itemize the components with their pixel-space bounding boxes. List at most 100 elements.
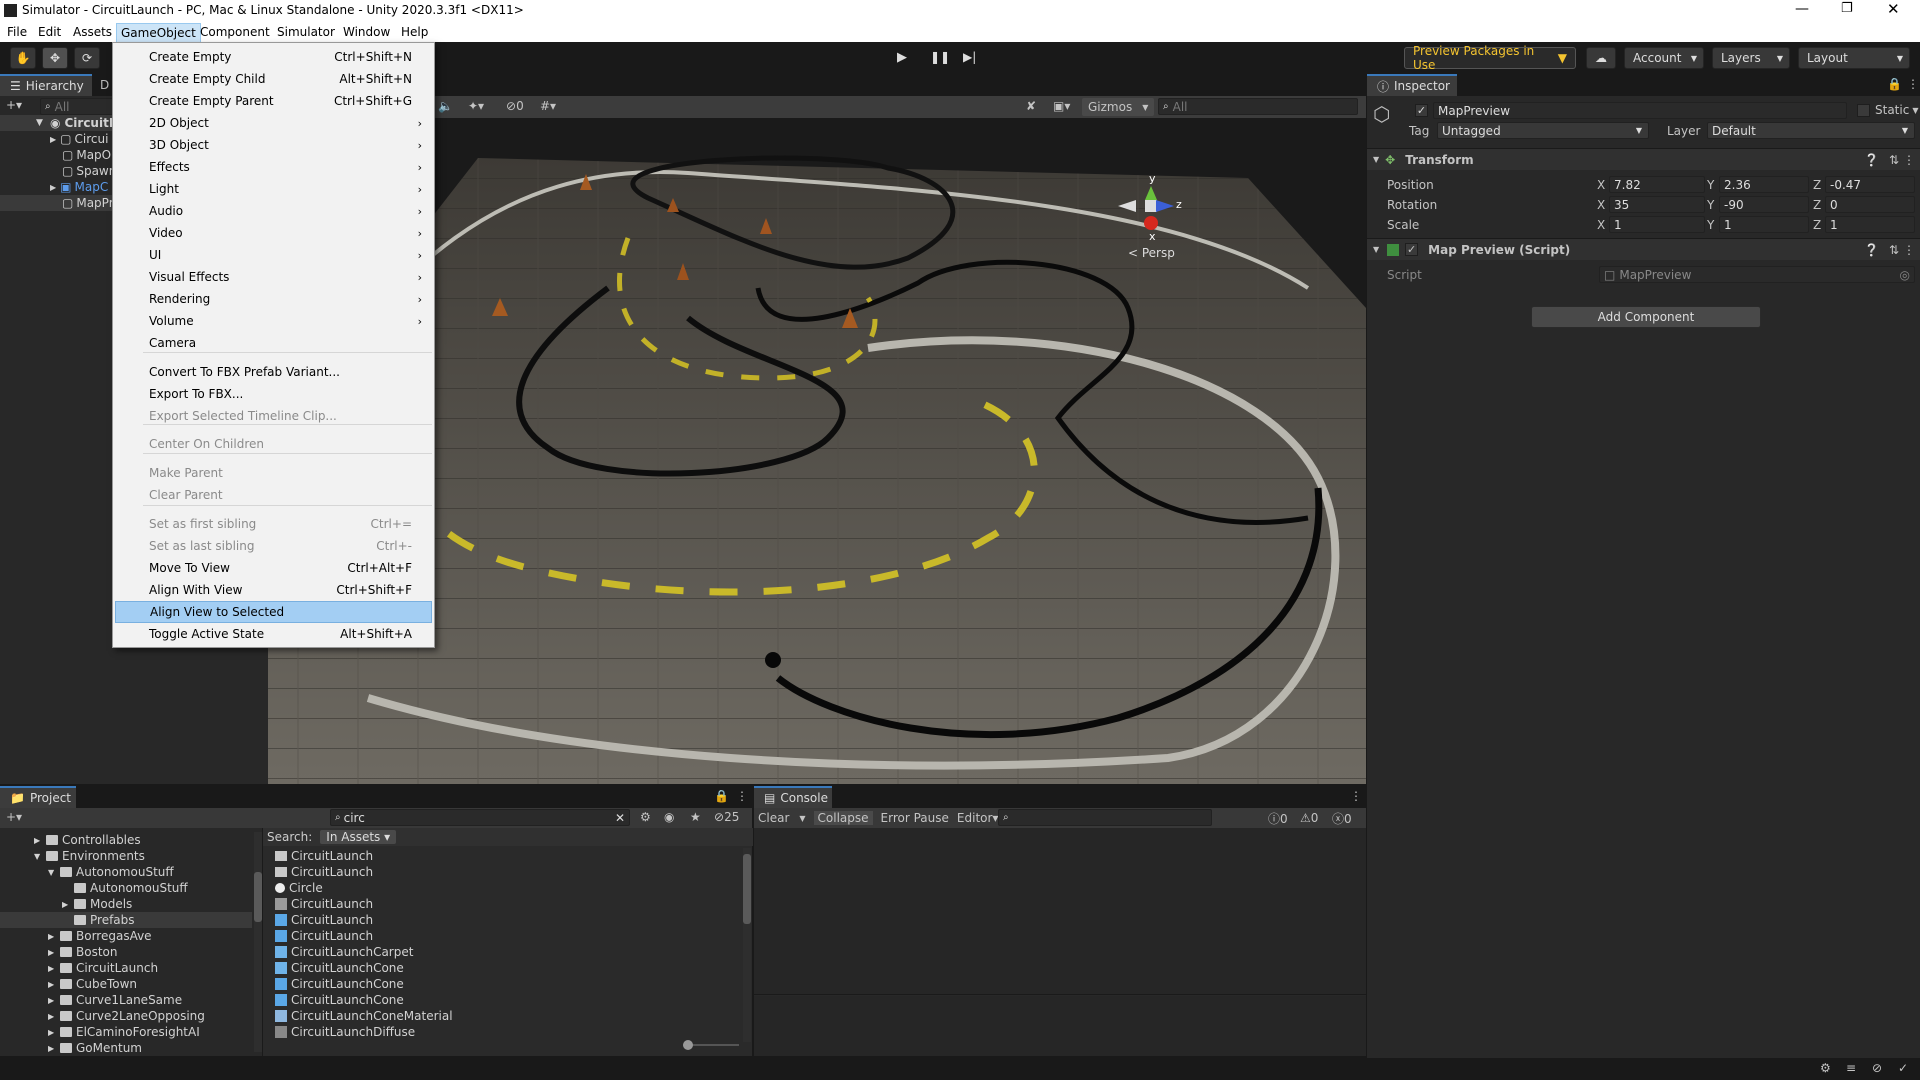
menu-item-volume[interactable]: Volume › [115,310,432,332]
project-folder-item[interactable]: ▶ CubeTown [0,976,252,992]
project-result-item[interactable]: CircuitLaunchCarpet [275,944,413,960]
help-icon[interactable]: ❔ [1864,243,1879,257]
active-checkbox[interactable]: ✓ [1415,104,1428,117]
menu-item-2d-object[interactable]: 2D Object › [115,112,432,134]
chevron-right-icon[interactable]: ▶ [48,932,60,941]
scale-x-field[interactable]: 1 [1609,216,1705,233]
scale-y-field[interactable]: 1 [1719,216,1809,233]
kebab-menu-icon[interactable]: ⋮ [1907,77,1919,91]
tab-hierarchy[interactable]: ☰ Hierarchy [0,74,92,96]
lock-icon[interactable]: 🔒 [1887,77,1902,91]
bug-icon[interactable]: ⚙ [1820,1061,1831,1075]
project-result-item[interactable]: CircuitLaunchCone [275,976,404,992]
project-result-item[interactable]: Circle [275,880,323,896]
close-icon[interactable]: ✕ [1887,0,1900,18]
menu-item-move-to-view[interactable]: Move To View Ctrl+Alt+F [115,557,432,579]
cloud-icon[interactable]: ☁ [1586,47,1616,69]
collapse-toggle[interactable]: Collapse [813,811,873,825]
chevron-right-icon[interactable]: ▶ [48,1012,60,1021]
chevron-right-icon[interactable]: ▶ [48,1044,60,1053]
project-result-item[interactable]: CircuitLaunch [275,848,373,864]
project-folder-item[interactable]: ▶ Controllables [0,832,252,848]
results-scrollbar[interactable] [743,848,751,1042]
network-icon[interactable]: ≡ [1846,1061,1856,1075]
menu-item-video[interactable]: Video › [115,222,432,244]
component-enabled-checkbox[interactable]: ✓ [1405,243,1419,256]
console-search-input[interactable]: ⌕ [998,809,1212,826]
add-object-icon[interactable]: +▾ [6,98,22,112]
chevron-right-icon[interactable]: ▶ [48,1028,60,1037]
menu-item-align-view-to-selected[interactable]: Align View to Selected [115,601,432,623]
project-result-item[interactable]: CircuitLaunchConeMaterial [275,1008,453,1024]
menu-file[interactable]: File [7,25,27,39]
play-icon[interactable]: ▶ [897,50,907,65]
filter-type-icon[interactable]: ⚙ [640,810,651,824]
gizmos-dropdown[interactable]: Gizmos ▼ [1082,98,1155,116]
project-folder-item[interactable]: Prefabs [0,912,252,928]
chevron-right-icon[interactable]: ▶ [48,964,60,973]
kebab-menu-icon[interactable]: ⋮ [1350,789,1362,803]
log-count-toggle[interactable]: ⓘ0 [1268,810,1288,827]
error-count-toggle[interactable]: ⓧ0 [1332,810,1352,827]
chevron-right-icon[interactable]: ▶ [48,980,60,989]
move-tool-icon[interactable]: ✥ [42,47,68,69]
favorite-icon[interactable]: ★ [690,810,701,824]
position-y-field[interactable]: 2.36 [1719,176,1809,193]
menu-item-export-to-fbx[interactable]: Export To FBX... [115,383,432,405]
hand-tool-icon[interactable]: ✋ [10,47,36,69]
script-component-header[interactable]: ▼ ✓ Map Preview (Script) ❔ ⇅ ⋮ [1367,238,1920,260]
transform-header[interactable]: ▼ ✥ Transform ❔ ⇅ ⋮ [1367,148,1920,170]
chevron-down-icon[interactable]: ▼ [48,868,60,877]
preset-icon[interactable]: ⇅ [1889,153,1899,167]
project-folder-item[interactable]: ▼ Environments [0,848,252,864]
menu-item-toggle-active-state[interactable]: Toggle Active State Alt+Shift+A [115,623,432,645]
pause-icon[interactable]: ❚❚ [930,50,950,64]
scene-search-input[interactable]: ⌕ All [1158,98,1358,115]
add-asset-icon[interactable]: +▾ [6,810,22,824]
tools-icon[interactable]: ✘ [1026,99,1036,113]
menu-item-rendering[interactable]: Rendering › [115,288,432,310]
static-checkbox[interactable] [1857,104,1870,117]
project-folder-item[interactable]: ▶ Curve2LaneOpposing [0,1008,252,1024]
project-folder-item[interactable]: ▶ ElCaminoForesightAI [0,1024,252,1040]
position-x-field[interactable]: 7.82 [1609,176,1705,193]
light-bake-icon[interactable]: ⊘ [1872,1061,1882,1075]
menu-item-light[interactable]: Light › [115,178,432,200]
hierarchy-search-input[interactable]: ⌕ All [40,98,120,115]
menu-item-create-empty[interactable]: Create Empty Ctrl+Shift+N [115,46,432,68]
static-dropdown[interactable]: Static ▼ [1875,103,1918,117]
account-dropdown[interactable]: Account ▼ [1624,47,1704,69]
tab-project[interactable]: 📁 Project [0,786,76,808]
menu-item-3d-object[interactable]: 3D Object › [115,134,432,156]
preset-icon[interactable]: ⇅ [1889,243,1899,257]
project-folder-item[interactable]: ▶ Curve1LaneSame [0,992,252,1008]
clear-search-icon[interactable]: ✕ [615,811,625,825]
error-pause-toggle[interactable]: Error Pause [881,811,949,825]
layer-dropdown[interactable]: Default ▼ [1707,122,1915,139]
tree-scrollbar[interactable] [254,832,262,1052]
project-result-item[interactable]: CircuitLaunch [275,928,373,944]
project-result-item[interactable]: CircuitLaunch [275,896,373,912]
menu-item-visual-effects[interactable]: Visual Effects › [115,266,432,288]
restore-icon[interactable]: ❐ [1841,1,1853,16]
tab-inspector[interactable]: ⓘ Inspector [1367,74,1457,96]
warning-count-toggle[interactable]: ⚠0 [1300,811,1318,825]
clear-button[interactable]: Clear [758,811,789,825]
tab-second[interactable]: D [100,78,109,92]
hierarchy-item[interactable]: ▶ ▢ Circui [50,131,108,147]
kebab-menu-icon[interactable]: ⋮ [736,789,748,803]
menu-item-camera[interactable]: Camera [115,332,432,354]
project-folder-item[interactable]: ▶ Models [0,896,252,912]
project-result-item[interactable]: CircuitLaunchCone [275,992,404,1008]
menu-edit[interactable]: Edit [38,25,61,39]
editor-target-dropdown[interactable]: Editor▾ [957,811,999,825]
menu-window[interactable]: Window [343,25,390,39]
project-folder-item[interactable]: ▶ Boston [0,944,252,960]
menu-gameobject[interactable]: GameObject [116,23,201,43]
collab-icon[interactable]: ✓ [1898,1061,1908,1075]
chevron-right-icon[interactable]: ▶ [62,900,74,909]
menu-help[interactable]: Help [401,25,428,39]
tag-dropdown[interactable]: Untagged ▼ [1437,122,1649,139]
rotation-y-field[interactable]: -90 [1719,196,1809,213]
step-icon[interactable]: ▶| [963,50,976,64]
